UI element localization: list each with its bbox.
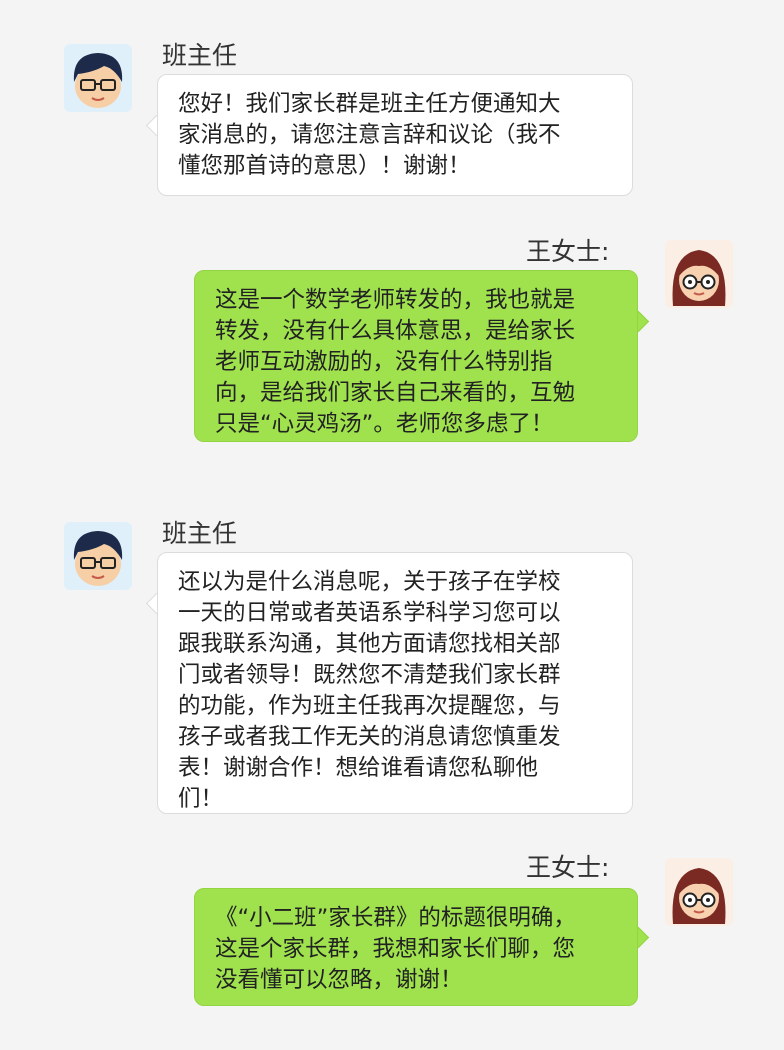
message-bubble[interactable]: 还以为是什么消息呢，关于孩子在学校 一天的日常或者英语系学科学习您可以 跟我联系… (157, 552, 633, 814)
message-line: 向，是给我们家长自己来看的，互勉 (215, 380, 576, 406)
sender-name: 王女士: (526, 237, 610, 266)
parent-avatar-icon (665, 858, 733, 926)
message-line: 一天的日常或者英语系学科学习您可以 (178, 600, 561, 626)
sender-name: 班主任 (162, 41, 238, 70)
teacher-avatar[interactable] (64, 522, 132, 590)
message-line: 们！ (178, 786, 224, 812)
parent-avatar[interactable] (665, 240, 733, 308)
parent-avatar-icon (665, 240, 733, 308)
teacher-avatar-icon (64, 522, 132, 590)
message-line: 老师互动激励的，没有什么特别指 (215, 349, 553, 375)
sender-name: 班主任 (162, 519, 238, 548)
teacher-avatar-icon (64, 44, 132, 112)
teacher-avatar[interactable] (64, 44, 132, 112)
message-bubble[interactable]: 《“小二班”家长群》的标题很明确， 这是个家长群，我想和家长们聊，您 没看懂可以… (194, 888, 638, 1006)
message-line: 门或者领导！既然您不清楚我们家长群 (178, 662, 561, 688)
message-line: 懂您那首诗的意思）！谢谢！ (178, 153, 471, 179)
message-line: 这是个家长群，我想和家长们聊，您 (215, 936, 576, 962)
message-line: 您好！我们家长群是班主任方便通知大 (178, 91, 561, 117)
message-bubble[interactable]: 您好！我们家长群是班主任方便通知大 家消息的，请您注意言辞和议论（我不 懂您那首… (157, 74, 633, 196)
message-line: 表！谢谢合作！想给谁看请您私聊他 (178, 755, 539, 781)
message-line: 这是一个数学老师转发的，我也就是 (215, 287, 576, 313)
message-line: 只是“心灵鸡汤”。老师您多虑了！ (215, 411, 554, 437)
message-line: 《“小二班”家长群》的标题很明确， (215, 905, 576, 931)
message-line: 孩子或者我工作无关的消息请您慎重发 (178, 724, 561, 750)
message-line: 跟我联系沟通，其他方面请您找相关部 (178, 631, 561, 657)
parent-avatar[interactable] (665, 858, 733, 926)
message-line: 还以为是什么消息呢，关于孩子在学校 (178, 569, 561, 595)
message-bubble[interactable]: 这是一个数学老师转发的，我也就是 转发，没有什么具体意思，是给家长 老师互动激励… (194, 270, 638, 442)
message-line: 家消息的，请您注意言辞和议论（我不 (178, 122, 561, 148)
sender-name: 王女士: (526, 853, 610, 882)
message-line: 转发，没有什么具体意思，是给家长 (215, 318, 576, 344)
message-line: 没看懂可以忽略，谢谢！ (215, 967, 463, 993)
message-line: 的功能，作为班主任我再次提醒您，与 (178, 693, 561, 719)
